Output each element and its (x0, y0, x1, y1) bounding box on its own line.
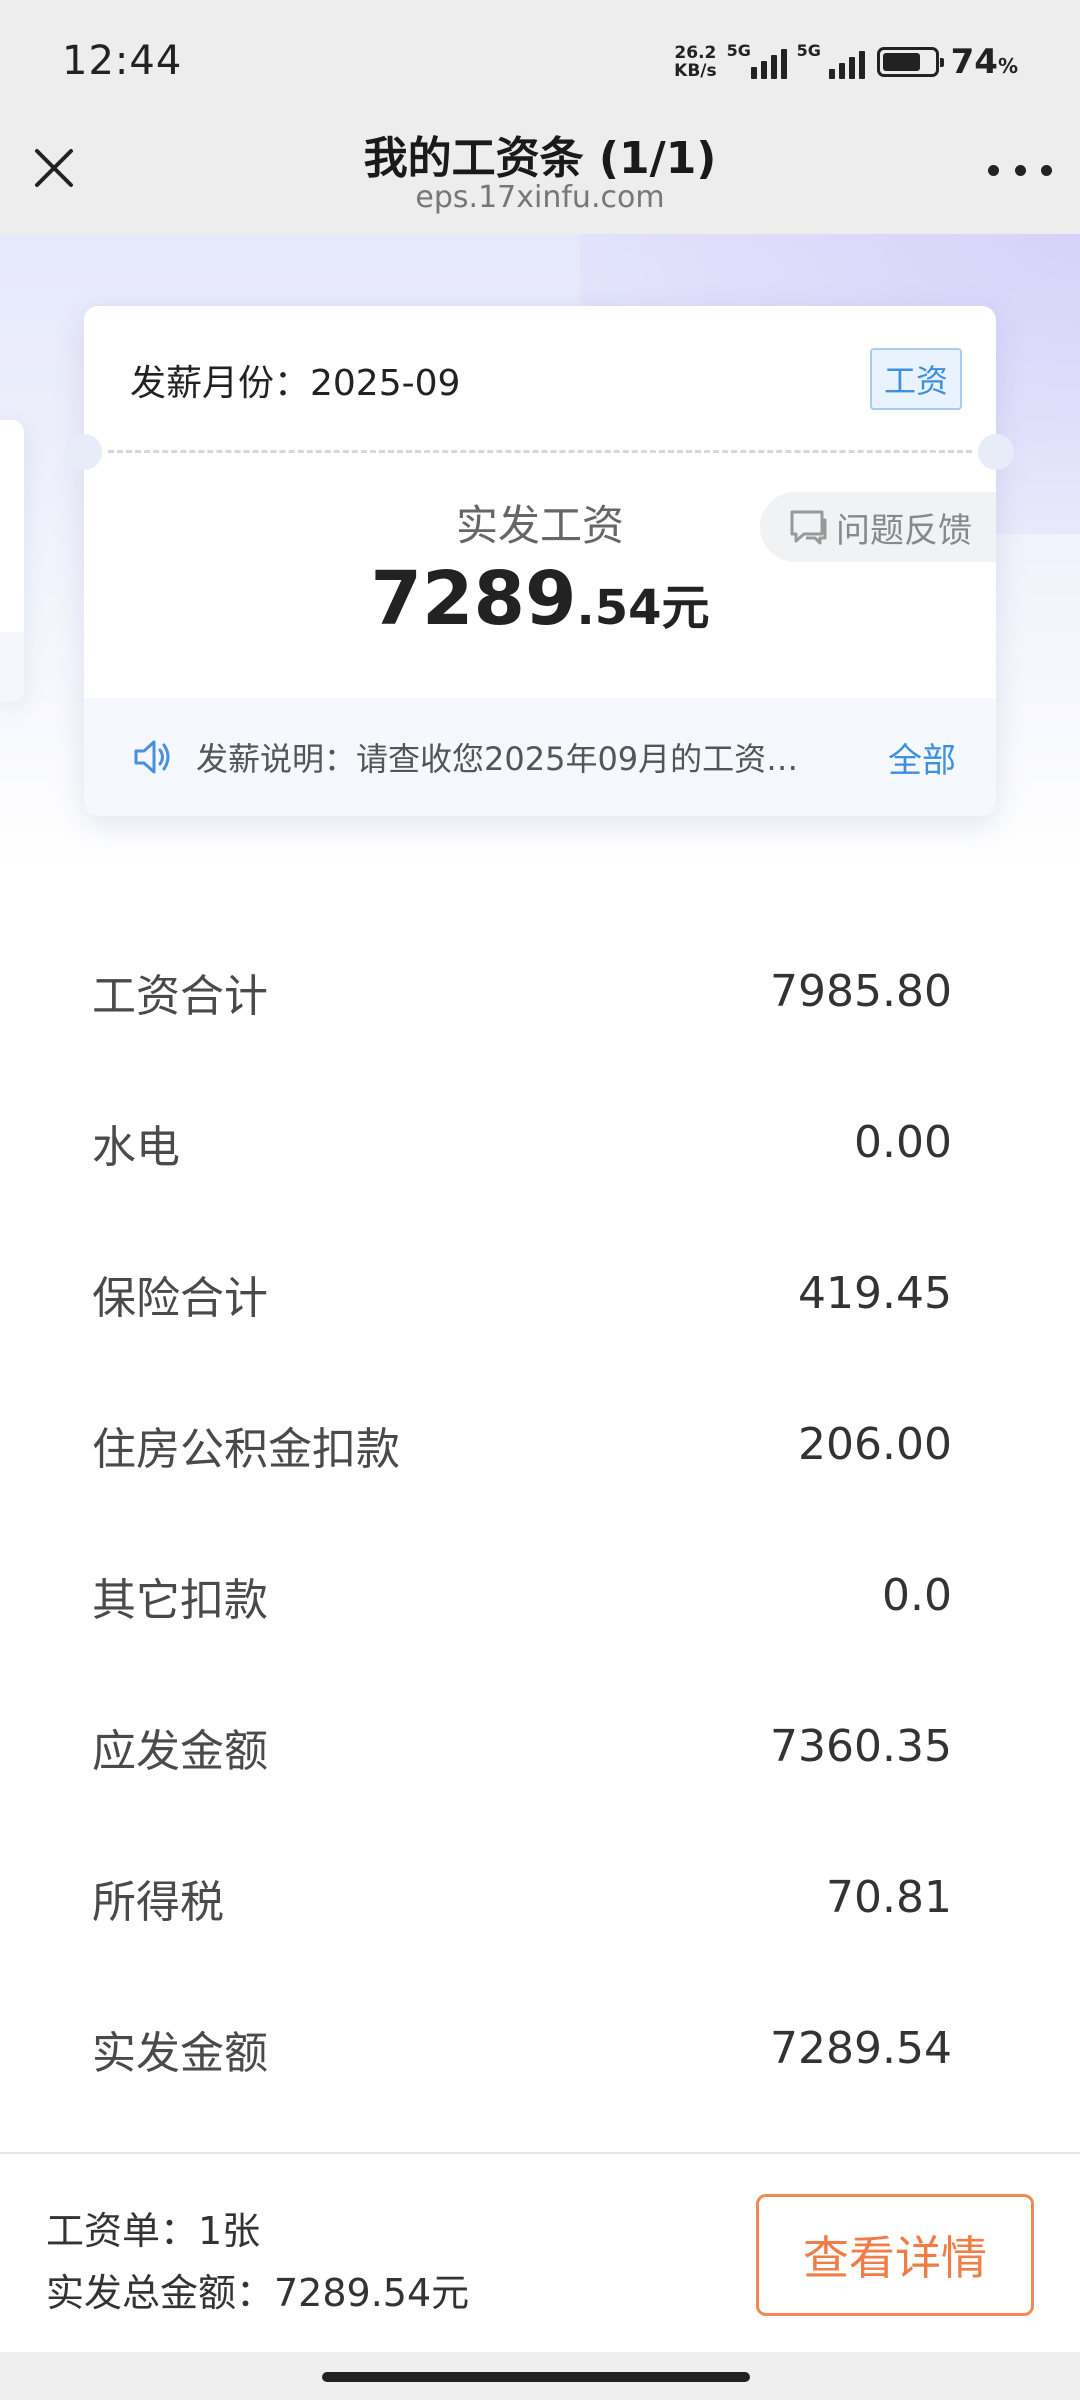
network-speed-unit: KB/s (674, 61, 717, 81)
list-item: 水电 0.00 (0, 1067, 1080, 1218)
notice-all-link[interactable]: 全部 (888, 733, 956, 782)
gesture-bar-area (0, 2352, 1080, 2400)
card-divider (108, 450, 972, 453)
nav-bar: 我的工资条 (1/1) eps.17xinfu.com (0, 120, 1080, 234)
item-label: 工资合计 (92, 970, 268, 1022)
home-indicator[interactable] (322, 2372, 750, 2382)
item-label: 其它扣款 (92, 1574, 268, 1626)
feedback-button[interactable]: 问题反馈 (760, 492, 996, 562)
signal-icon-sim1: 5G (727, 41, 787, 79)
more-icon (988, 164, 999, 176)
item-label: 住房公积金扣款 (92, 1423, 400, 1475)
net-pay-amount: 7289.54元 (84, 556, 996, 642)
card-notch-right (978, 434, 1014, 470)
salary-type-badge: 工资 (869, 348, 962, 410)
net-pay-unit: 元 (661, 580, 710, 636)
item-label: 实发金额 (92, 2027, 268, 2079)
item-value: 70.81 (826, 1872, 952, 1923)
page-title: 我的工资条 (1/1) (363, 133, 717, 184)
network-speed-value: 26.2 (674, 43, 717, 63)
pay-notice-text: 发薪说明：请查收您2025年09月的工资… (196, 740, 799, 778)
page-url: eps.17xinfu.com (415, 180, 665, 215)
item-value: 419.45 (798, 1268, 952, 1319)
payslip-total: 实发总金额：7289.54元 (46, 2271, 470, 2315)
item-value: 7289.54 (770, 2023, 952, 2074)
feedback-label: 问题反馈 (836, 510, 972, 551)
card-notch-left (66, 434, 102, 470)
list-item: 住房公积金扣款 206.00 (0, 1369, 1080, 1520)
item-label: 水电 (92, 1121, 180, 1173)
list-item: 保险合计 419.45 (0, 1218, 1080, 1369)
list-item: 应发金额 7360.35 (0, 1671, 1080, 1822)
item-label: 保险合计 (92, 1272, 268, 1324)
item-value: 206.00 (798, 1419, 952, 1470)
item-label: 应发金额 (92, 1725, 268, 1777)
pay-notice-bar[interactable]: 发薪说明：请查收您2025年09月的工资… 全部 (84, 698, 996, 816)
more-icon-dot (1014, 164, 1026, 176)
signal-icon-sim2: 5G (797, 41, 865, 79)
status-time: 12:44 (62, 38, 183, 84)
battery-percent-unit: % (997, 54, 1018, 78)
item-value: 7360.35 (770, 1721, 952, 1772)
more-button[interactable] (988, 148, 1052, 192)
item-label: 所得税 (92, 1876, 224, 1928)
more-icon-dot (1041, 164, 1052, 176)
pay-month: 发薪月份：2025-09 (130, 363, 461, 404)
battery-percent: 74% (951, 42, 1018, 82)
item-value: 0.00 (854, 1117, 952, 1168)
list-item: 所得税 70.81 (0, 1822, 1080, 1973)
payslip-card: 发薪月份：2025-09 工资 实发工资 7289.54元 问题反馈 发薪说明：… (66, 306, 1014, 816)
payslip-count: 工资单：1张 (46, 2209, 261, 2253)
item-value: 0.0 (882, 1570, 952, 1621)
list-item: 工资合计 7985.80 (0, 916, 1080, 1067)
payslip-items: 工资合计 7985.80 水电 0.00 保险合计 419.45 住房公积金扣款 206.00… (0, 916, 1080, 2124)
speaker-icon (134, 740, 170, 774)
status-bar: 12:44 26.2 KB/s 5G 5G 74% (0, 0, 1080, 120)
sim2-network-tag: 5G (796, 41, 821, 60)
network-speed: 26.2 KB/s (674, 44, 716, 80)
previous-card-peek[interactable] (0, 420, 24, 702)
battery-icon (876, 47, 944, 77)
footer-bar: 工资单：1张 实发总金额：7289.54元 查看详情 (0, 2152, 1080, 2352)
item-value: 7985.80 (770, 966, 952, 1017)
list-item: 其它扣款 0.0 (0, 1520, 1080, 1671)
battery-percent-value: 74 (950, 42, 998, 82)
list-item: 实发金额 7289.54 (0, 1973, 1080, 2124)
status-indicators: 26.2 KB/s 5G 5G 74% (674, 40, 1018, 84)
net-pay-integer: 7289 (370, 556, 577, 642)
view-details-button[interactable]: 查看详情 (756, 2194, 1034, 2316)
chat-icon (790, 510, 827, 545)
battery-level (882, 53, 920, 71)
sim1-network-tag: 5G (726, 41, 751, 60)
net-pay-decimal: .54 (576, 580, 662, 636)
